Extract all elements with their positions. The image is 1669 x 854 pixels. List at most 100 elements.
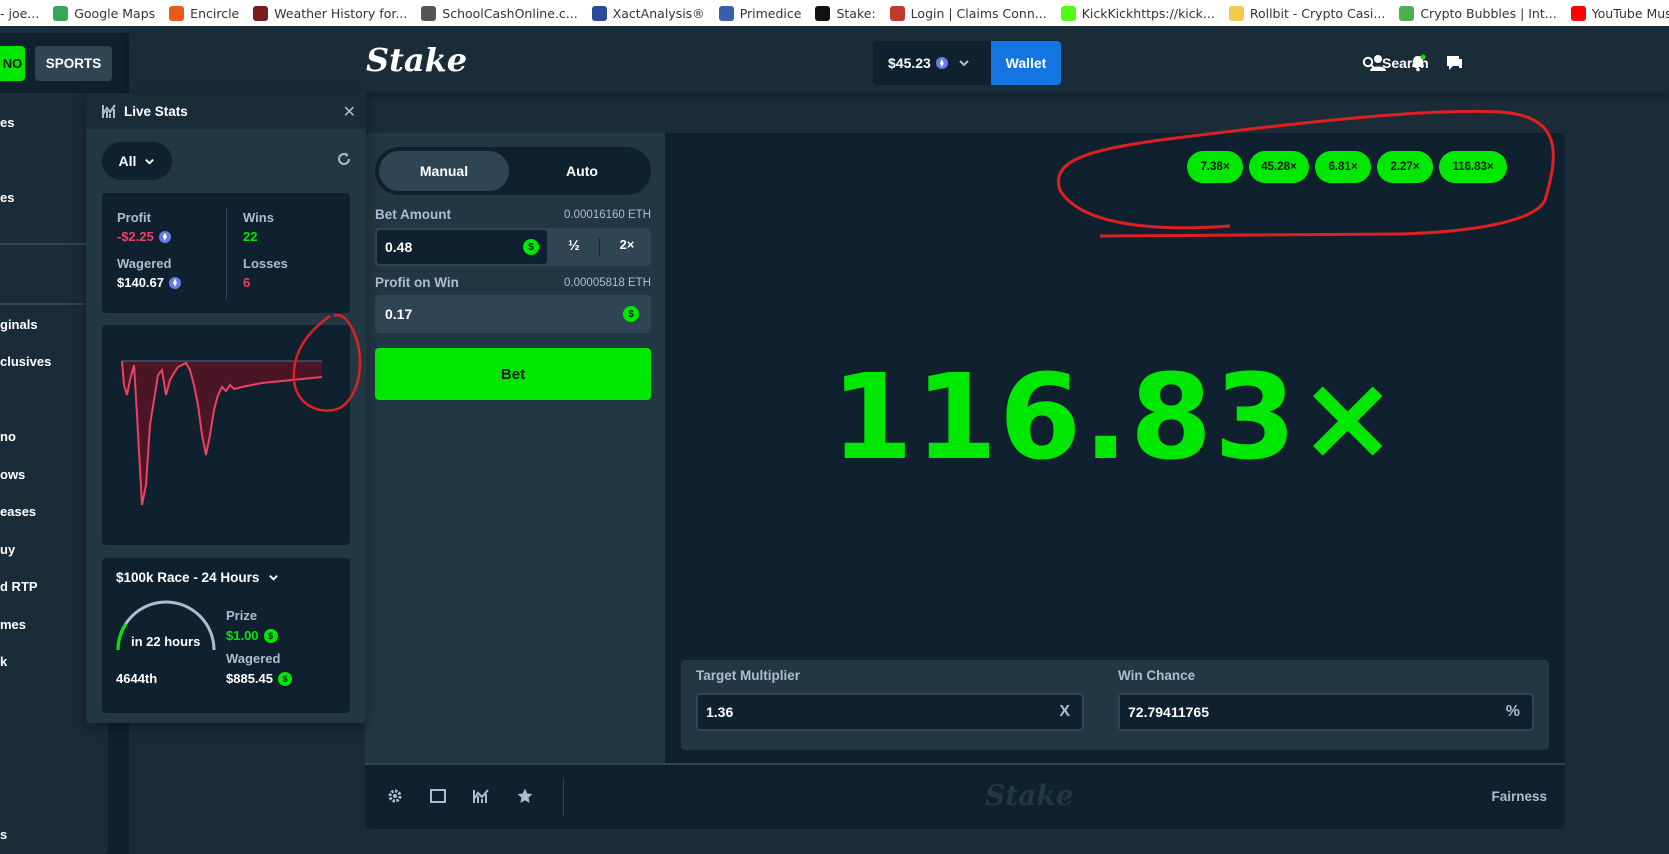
bookmark-favicon-icon <box>591 5 607 21</box>
sidebar-item-releases[interactable]: eases <box>0 504 36 519</box>
dice-game: Manual Auto Bet Amount 0.00016160 ETH 0.… <box>365 133 1565 829</box>
stake-logo[interactable]: Stake <box>366 41 467 79</box>
double-button[interactable]: 2× <box>605 237 649 252</box>
game-footer: Stake Fairness <box>365 763 1565 829</box>
fairness-link[interactable]: Fairness <box>1491 789 1547 804</box>
bookmark-label: Encircle <box>190 5 240 21</box>
live-stats-icon <box>102 104 116 118</box>
sidebar-item-originals[interactable]: ginals <box>0 317 38 332</box>
mode-tabs: Manual Auto <box>375 147 651 195</box>
bookmark-favicon-icon <box>253 5 269 21</box>
bookmark-item[interactable]: Google Maps <box>53 5 156 21</box>
percent-icon: % <box>1505 703 1520 720</box>
bookmark-item[interactable]: Weather History for... <box>253 5 407 21</box>
sidebar-item-shows[interactable]: ows <box>0 467 25 482</box>
bookmark-favicon-icon <box>1060 5 1076 21</box>
usd-coin-icon: $ <box>278 671 292 686</box>
chevron-down-icon <box>145 158 155 165</box>
bookmark-item[interactable]: SchoolCashOnline.c... <box>421 5 578 21</box>
settings-gear-icon[interactable] <box>386 787 404 805</box>
race-selector[interactable]: $100k Race - 24 Hours <box>116 570 279 585</box>
sidebar-item[interactable]: no <box>0 429 16 444</box>
bookmark-label: SchoolCashOnline.c... <box>442 5 578 21</box>
half-button[interactable]: ½ <box>555 237 593 253</box>
chat-icon[interactable] <box>1444 53 1464 73</box>
race-title: $100k Race - 24 Hours <box>116 570 260 585</box>
prize-value: $1.00 $ <box>226 628 278 643</box>
target-multiplier-input[interactable]: 1.36 X <box>696 693 1084 731</box>
live-stats-header[interactable]: Live Stats ✕ <box>86 93 366 129</box>
bookmarks-bar: - joe... Google Maps Encircle Weather Histo… <box>0 0 1669 26</box>
bookmark-item[interactable]: - joe... <box>0 6 39 21</box>
profit-chart-area <box>122 361 322 505</box>
sports-tab-button[interactable]: SPORTS <box>35 46 112 81</box>
race-wagered-value: $885.45 $ <box>226 671 292 686</box>
recent-result-pill[interactable]: 6.81× <box>1315 151 1371 183</box>
bookmark-label: Google Maps <box>74 5 156 21</box>
chevron-down-icon <box>269 575 279 581</box>
stats-summary: Profit -$2.25 Wagered $140.67 Wins 22 Lo… <box>102 193 350 313</box>
bookmark-item[interactable]: Encircle <box>169 5 240 21</box>
bookmark-item[interactable]: XactAnalysis® <box>591 5 705 21</box>
recent-result-pill[interactable]: 7.38× <box>1187 151 1243 183</box>
theatre-mode-icon[interactable] <box>429 787 447 805</box>
recent-result-pill[interactable]: 45.28× <box>1249 151 1309 183</box>
bet-amount-input[interactable]: 0.48 $ <box>377 230 547 264</box>
bookmark-label: YouTube Music <box>1591 5 1669 21</box>
bookmark-favicon-icon <box>421 5 437 21</box>
bookmark-label: Stake: <box>836 5 876 21</box>
sidebar-item[interactable]: k <box>0 654 7 669</box>
profit-on-win-value: 0.17 <box>385 306 413 322</box>
wallet-button[interactable]: Wallet <box>991 41 1061 85</box>
losses-value: 6 <box>243 275 251 290</box>
eth-icon <box>169 276 181 289</box>
sidebar-item[interactable]: uy <box>0 542 15 557</box>
footer-stake-logo: Stake <box>985 779 1074 812</box>
tab-auto[interactable]: Auto <box>517 151 647 191</box>
favorite-star-icon[interactable] <box>516 787 534 805</box>
bookmark-item[interactable]: Rollbit - Crypto Casi... <box>1228 5 1385 21</box>
bookmark-favicon-icon <box>815 5 831 21</box>
bet-amount-value: 0.48 <box>385 239 413 255</box>
bookmark-item[interactable]: KickKickhttps://kick... <box>1060 5 1215 21</box>
bet-controls: Manual Auto Bet Amount 0.00016160 ETH 0.… <box>365 133 665 763</box>
sidebar-item-exclusives[interactable]: clusives <box>0 354 51 369</box>
sidebar-item[interactable]: es <box>0 190 14 205</box>
live-stats-icon[interactable] <box>472 787 490 805</box>
bookmark-item[interactable]: Stake: <box>815 5 876 21</box>
sidebar-bottom-item[interactable]: s <box>0 814 108 854</box>
win-chance-label: Win Chance <box>1118 668 1196 683</box>
race-rank: 4644th <box>116 671 158 686</box>
casino-tab-button[interactable]: NO <box>0 46 25 81</box>
tab-manual[interactable]: Manual <box>379 151 509 191</box>
sidebar-item[interactable]: s <box>0 827 7 842</box>
bet-button[interactable]: Bet <box>375 348 651 400</box>
sidebar-item-games[interactable]: mes <box>0 617 26 632</box>
race-time: in 22 hours <box>131 634 201 649</box>
close-icon[interactable]: ✕ <box>343 102 356 122</box>
prize-amount: $1.00 <box>226 628 259 643</box>
race-wagered-amount: $885.45 <box>226 671 273 686</box>
wagered-value: $140.67 <box>117 275 181 290</box>
profit-label: Profit <box>117 210 151 225</box>
balance-selector[interactable]: $45.23 <box>873 41 991 85</box>
bookmark-item[interactable]: YouTube Music <box>1570 5 1669 21</box>
profit-chart <box>102 325 350 545</box>
wins-label: Wins <box>243 210 274 225</box>
bookmark-label: KickKickhttps://kick... <box>1081 5 1215 21</box>
bookmark-favicon-icon <box>169 5 185 21</box>
recent-result-pill[interactable]: 2.27× <box>1377 151 1433 183</box>
refresh-icon[interactable] <box>336 151 352 167</box>
stats-filter-select[interactable]: All <box>102 142 172 180</box>
win-chance-input[interactable]: 72.79411765 % <box>1118 693 1534 731</box>
recent-result-pill[interactable]: 116.83× <box>1439 151 1507 183</box>
user-icon[interactable] <box>1368 53 1388 73</box>
sidebar-item[interactable]: es <box>0 115 14 130</box>
bookmark-label: Login | Claims Conn... <box>910 5 1047 21</box>
notification-bell-icon[interactable] <box>1408 53 1428 73</box>
target-fields: Target Multiplier 1.36 X Win Chance 72.7… <box>681 660 1549 750</box>
bookmark-item[interactable]: Primedice <box>718 5 801 21</box>
sidebar-item-rtp[interactable]: d RTP <box>0 579 38 594</box>
bookmark-item[interactable]: Crypto Bubbles | Int... <box>1399 5 1557 21</box>
bookmark-item[interactable]: Login | Claims Conn... <box>889 5 1047 21</box>
